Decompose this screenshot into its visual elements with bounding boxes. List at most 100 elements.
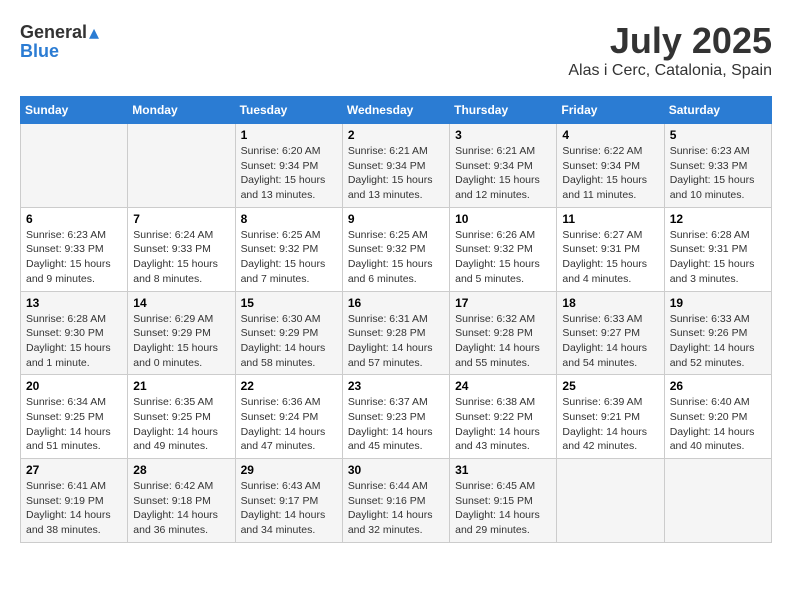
day-number: 2 bbox=[348, 128, 444, 142]
day-number: 25 bbox=[562, 379, 658, 393]
day-info: Sunrise: 6:38 AM Sunset: 9:22 PM Dayligh… bbox=[455, 395, 551, 454]
calendar-cell bbox=[557, 459, 664, 543]
day-number: 29 bbox=[241, 463, 337, 477]
day-info: Sunrise: 6:44 AM Sunset: 9:16 PM Dayligh… bbox=[348, 479, 444, 538]
month-title: July 2025 bbox=[568, 20, 772, 62]
day-info: Sunrise: 6:28 AM Sunset: 9:30 PM Dayligh… bbox=[26, 312, 122, 371]
calendar-cell: 30 Sunrise: 6:44 AM Sunset: 9:16 PM Dayli… bbox=[342, 459, 449, 543]
day-number: 20 bbox=[26, 379, 122, 393]
day-info: Sunrise: 6:33 AM Sunset: 9:26 PM Dayligh… bbox=[670, 312, 766, 371]
calendar-cell: 31 Sunrise: 6:45 AM Sunset: 9:15 PM Dayli… bbox=[450, 459, 557, 543]
calendar-week-row: 6 Sunrise: 6:23 AM Sunset: 9:33 PM Daylig… bbox=[21, 207, 772, 291]
day-info: Sunrise: 6:25 AM Sunset: 9:32 PM Dayligh… bbox=[348, 228, 444, 287]
day-number: 17 bbox=[455, 296, 551, 310]
calendar-cell: 1Sunrise: 6:20 AM Sunset: 9:34 PM Daylig… bbox=[235, 124, 342, 208]
day-number: 6 bbox=[26, 212, 122, 226]
calendar-cell: 7 Sunrise: 6:24 AM Sunset: 9:33 PM Daylig… bbox=[128, 207, 235, 291]
calendar-cell: 25 Sunrise: 6:39 AM Sunset: 9:21 PM Dayli… bbox=[557, 375, 664, 459]
column-header-monday: Monday bbox=[128, 97, 235, 124]
logo-graphic: General ▴ Blue bbox=[20, 20, 99, 62]
day-number: 8 bbox=[241, 212, 337, 226]
calendar-cell: 24 Sunrise: 6:38 AM Sunset: 9:22 PM Dayli… bbox=[450, 375, 557, 459]
day-number: 7 bbox=[133, 212, 229, 226]
day-info: Sunrise: 6:21 AM Sunset: 9:34 PM Dayligh… bbox=[455, 144, 551, 203]
calendar-cell: 11Sunrise: 6:27 AM Sunset: 9:31 PM Dayli… bbox=[557, 207, 664, 291]
location-title: Alas i Cerc, Catalonia, Spain bbox=[568, 62, 772, 80]
calendar-table: SundayMondayTuesdayWednesdayThursdayFrid… bbox=[20, 96, 772, 543]
day-info: Sunrise: 6:33 AM Sunset: 9:27 PM Dayligh… bbox=[562, 312, 658, 371]
day-info: Sunrise: 6:22 AM Sunset: 9:34 PM Dayligh… bbox=[562, 144, 658, 203]
calendar-cell: 9 Sunrise: 6:25 AM Sunset: 9:32 PM Daylig… bbox=[342, 207, 449, 291]
calendar-cell: 12 Sunrise: 6:28 AM Sunset: 9:31 PM Dayli… bbox=[664, 207, 771, 291]
calendar-cell: 2 Sunrise: 6:21 AM Sunset: 9:34 PM Daylig… bbox=[342, 124, 449, 208]
calendar-cell: 6 Sunrise: 6:23 AM Sunset: 9:33 PM Daylig… bbox=[21, 207, 128, 291]
calendar-cell: 26Sunrise: 6:40 AM Sunset: 9:20 PM Dayli… bbox=[664, 375, 771, 459]
calendar-cell: 5Sunrise: 6:23 AM Sunset: 9:33 PM Daylig… bbox=[664, 124, 771, 208]
day-number: 31 bbox=[455, 463, 551, 477]
day-number: 28 bbox=[133, 463, 229, 477]
day-info: Sunrise: 6:23 AM Sunset: 9:33 PM Dayligh… bbox=[670, 144, 766, 203]
day-number: 23 bbox=[348, 379, 444, 393]
calendar-cell bbox=[21, 124, 128, 208]
day-info: Sunrise: 6:24 AM Sunset: 9:33 PM Dayligh… bbox=[133, 228, 229, 287]
day-info: Sunrise: 6:29 AM Sunset: 9:29 PM Dayligh… bbox=[133, 312, 229, 371]
day-info: Sunrise: 6:42 AM Sunset: 9:18 PM Dayligh… bbox=[133, 479, 229, 538]
day-number: 19 bbox=[670, 296, 766, 310]
page-header: General ▴ Blue July 2025 Alas i Cerc, Ca… bbox=[20, 20, 772, 80]
day-info: Sunrise: 6:36 AM Sunset: 9:24 PM Dayligh… bbox=[241, 395, 337, 454]
calendar-cell: 10Sunrise: 6:26 AM Sunset: 9:32 PM Dayli… bbox=[450, 207, 557, 291]
calendar-cell bbox=[664, 459, 771, 543]
column-header-wednesday: Wednesday bbox=[342, 97, 449, 124]
column-header-saturday: Saturday bbox=[664, 97, 771, 124]
day-info: Sunrise: 6:45 AM Sunset: 9:15 PM Dayligh… bbox=[455, 479, 551, 538]
day-number: 24 bbox=[455, 379, 551, 393]
day-number: 21 bbox=[133, 379, 229, 393]
day-info: Sunrise: 6:28 AM Sunset: 9:31 PM Dayligh… bbox=[670, 228, 766, 287]
day-number: 11 bbox=[562, 212, 658, 226]
day-info: Sunrise: 6:40 AM Sunset: 9:20 PM Dayligh… bbox=[670, 395, 766, 454]
day-info: Sunrise: 6:39 AM Sunset: 9:21 PM Dayligh… bbox=[562, 395, 658, 454]
calendar-cell: 21 Sunrise: 6:35 AM Sunset: 9:25 PM Dayli… bbox=[128, 375, 235, 459]
day-number: 12 bbox=[670, 212, 766, 226]
day-info: Sunrise: 6:41 AM Sunset: 9:19 PM Dayligh… bbox=[26, 479, 122, 538]
calendar-cell: 29 Sunrise: 6:43 AM Sunset: 9:17 PM Dayli… bbox=[235, 459, 342, 543]
calendar-week-row: 1Sunrise: 6:20 AM Sunset: 9:34 PM Daylig… bbox=[21, 124, 772, 208]
day-number: 4 bbox=[562, 128, 658, 142]
day-number: 16 bbox=[348, 296, 444, 310]
calendar-week-row: 20 Sunrise: 6:34 AM Sunset: 9:25 PM Dayli… bbox=[21, 375, 772, 459]
day-info: Sunrise: 6:43 AM Sunset: 9:17 PM Dayligh… bbox=[241, 479, 337, 538]
calendar-week-row: 13 Sunrise: 6:28 AM Sunset: 9:30 PM Dayli… bbox=[21, 291, 772, 375]
day-number: 27 bbox=[26, 463, 122, 477]
calendar-cell: 3 Sunrise: 6:21 AM Sunset: 9:34 PM Daylig… bbox=[450, 124, 557, 208]
calendar-cell: 27 Sunrise: 6:41 AM Sunset: 9:19 PM Dayli… bbox=[21, 459, 128, 543]
day-info: Sunrise: 6:25 AM Sunset: 9:32 PM Dayligh… bbox=[241, 228, 337, 287]
title-block: July 2025 Alas i Cerc, Catalonia, Spain bbox=[568, 20, 772, 80]
column-header-sunday: Sunday bbox=[21, 97, 128, 124]
day-info: Sunrise: 6:31 AM Sunset: 9:28 PM Dayligh… bbox=[348, 312, 444, 371]
column-header-thursday: Thursday bbox=[450, 97, 557, 124]
logo-text-general: General bbox=[20, 22, 87, 43]
column-header-tuesday: Tuesday bbox=[235, 97, 342, 124]
calendar-cell: 19 Sunrise: 6:33 AM Sunset: 9:26 PM Dayli… bbox=[664, 291, 771, 375]
logo-text-blue: Blue bbox=[20, 41, 59, 62]
day-number: 30 bbox=[348, 463, 444, 477]
column-header-friday: Friday bbox=[557, 97, 664, 124]
calendar-cell: 28 Sunrise: 6:42 AM Sunset: 9:18 PM Dayli… bbox=[128, 459, 235, 543]
logo-bird-icon: ▴ bbox=[89, 20, 99, 45]
day-info: Sunrise: 6:37 AM Sunset: 9:23 PM Dayligh… bbox=[348, 395, 444, 454]
day-number: 15 bbox=[241, 296, 337, 310]
calendar-header-row: SundayMondayTuesdayWednesdayThursdayFrid… bbox=[21, 97, 772, 124]
calendar-cell: 16 Sunrise: 6:31 AM Sunset: 9:28 PM Dayli… bbox=[342, 291, 449, 375]
day-number: 3 bbox=[455, 128, 551, 142]
calendar-cell: 17Sunrise: 6:32 AM Sunset: 9:28 PM Dayli… bbox=[450, 291, 557, 375]
day-number: 14 bbox=[133, 296, 229, 310]
day-info: Sunrise: 6:34 AM Sunset: 9:25 PM Dayligh… bbox=[26, 395, 122, 454]
day-info: Sunrise: 6:35 AM Sunset: 9:25 PM Dayligh… bbox=[133, 395, 229, 454]
day-number: 13 bbox=[26, 296, 122, 310]
logo: General ▴ Blue bbox=[20, 20, 99, 62]
calendar-cell: 20 Sunrise: 6:34 AM Sunset: 9:25 PM Dayli… bbox=[21, 375, 128, 459]
day-info: Sunrise: 6:23 AM Sunset: 9:33 PM Dayligh… bbox=[26, 228, 122, 287]
day-number: 9 bbox=[348, 212, 444, 226]
day-info: Sunrise: 6:21 AM Sunset: 9:34 PM Dayligh… bbox=[348, 144, 444, 203]
day-number: 18 bbox=[562, 296, 658, 310]
